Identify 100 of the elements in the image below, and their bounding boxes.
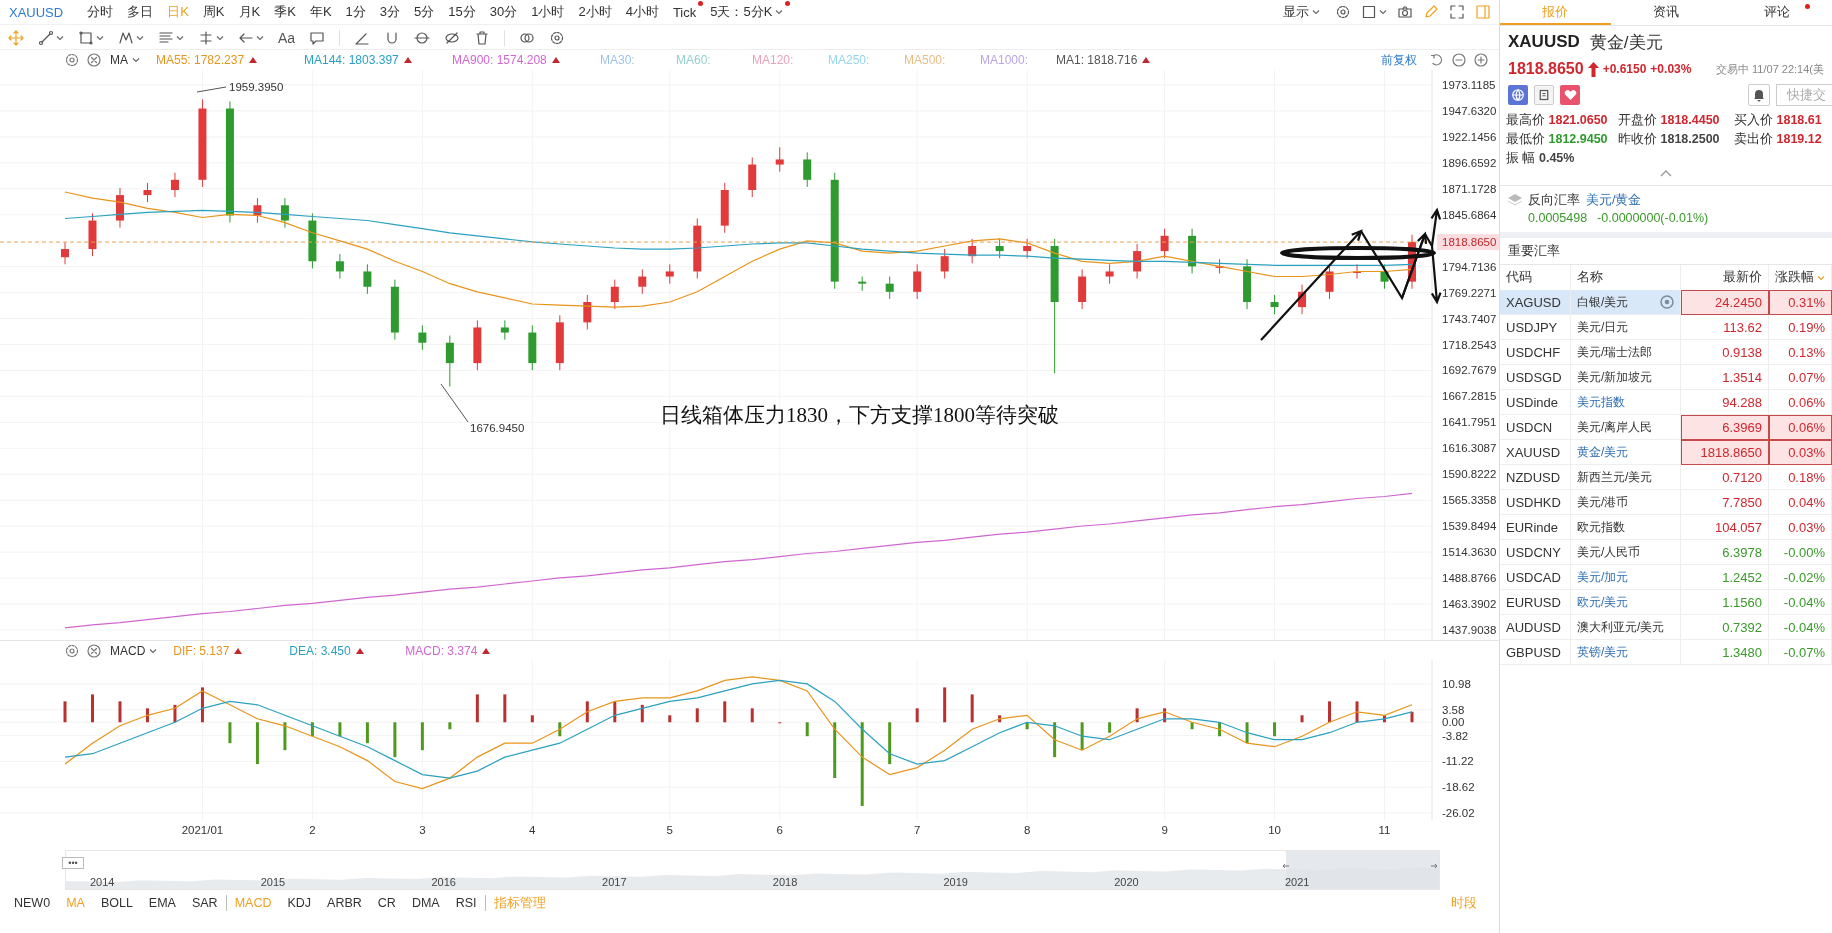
period-tab[interactable]: 周K	[197, 2, 230, 22]
table-cell: 0.13%	[1769, 340, 1832, 365]
table-cell[interactable]: USDinde	[1500, 390, 1571, 415]
reverse-rate-value: 0.0005498	[1528, 211, 1588, 225]
year-label: 2020	[1114, 876, 1139, 888]
period-tab[interactable]: 2小时	[573, 2, 617, 22]
table-cell[interactable]: 美元/新加坡元	[1571, 365, 1681, 390]
period-tab[interactable]: 4小时	[620, 2, 664, 22]
price-axis-label: 1616.3087	[1442, 442, 1497, 455]
table-cell[interactable]: USDCAD	[1500, 565, 1571, 590]
table-cell[interactable]: 澳大利亚元/美元	[1571, 615, 1681, 640]
period-tab[interactable]: 季K	[269, 2, 301, 22]
table-cell[interactable]: USDCNY	[1500, 540, 1571, 565]
text-tool-button[interactable]: Aa	[278, 28, 296, 48]
indicator-axis-label: -3.82	[1442, 729, 1469, 742]
legend-value: MACD: 3.374	[405, 643, 478, 658]
indicator-tab[interactable]: BOLL	[92, 894, 141, 911]
price-axis-label: 1769.2271	[1442, 286, 1497, 299]
table-cell[interactable]: XAGUSD	[1500, 290, 1571, 315]
table-cell[interactable]: 美元/加元	[1571, 565, 1681, 590]
period-tab[interactable]: 分时	[82, 2, 119, 22]
price-axis-label: 1514.3630	[1442, 546, 1497, 559]
indicator-tab[interactable]: RSI	[447, 894, 485, 911]
table-cell[interactable]: USDJPY	[1500, 315, 1571, 340]
low-price-label: 1676.9450	[470, 422, 525, 434]
table-cell[interactable]: EURUSD	[1500, 590, 1571, 615]
table-cell[interactable]: USDCHF	[1500, 340, 1571, 365]
legend-value: MA1: 1818.716	[1056, 53, 1138, 67]
time-axis-label: 11	[1378, 824, 1391, 836]
panel-tab[interactable]: 资讯	[1610, 0, 1722, 25]
period-tab[interactable]: Tick	[667, 2, 702, 22]
period-tab[interactable]: 1分	[340, 2, 371, 22]
table-cell[interactable]: USDCN	[1500, 415, 1571, 440]
indicator-axis-label: -18.62	[1442, 781, 1475, 794]
period-tab[interactable]: 年K	[304, 2, 337, 22]
price-axis-label: 1871.1728	[1442, 182, 1497, 195]
indicator-tab[interactable]: KDJ	[279, 894, 320, 911]
price-change: +0.6150	[1602, 62, 1647, 76]
table-cell[interactable]: USDSGD	[1500, 365, 1571, 390]
panel-tab[interactable]: 评论	[1721, 0, 1832, 25]
table-cell[interactable]: USDHKD	[1500, 490, 1571, 515]
price-axis-label: 1896.6592	[1442, 156, 1497, 169]
reverse-pair-link[interactable]: 美元/黄金	[1586, 191, 1642, 209]
table-cell[interactable]: NZDUSD	[1500, 465, 1571, 490]
table-cell: 1.1560	[1681, 590, 1769, 615]
year-label: 2015	[260, 876, 286, 888]
table-cell: 104.057	[1681, 515, 1769, 540]
table-cell[interactable]: 美元/日元	[1571, 315, 1681, 340]
table-cell[interactable]: 欧元/美元	[1571, 590, 1681, 615]
price-adjust-link[interactable]: 前复权	[1381, 51, 1423, 69]
table-cell: 0.04%	[1769, 490, 1832, 515]
indicator-tab[interactable]: SAR	[183, 894, 226, 911]
stat-item: 开盘价 1818.4450	[1618, 112, 1721, 129]
indicator-tab[interactable]: EMA	[140, 894, 184, 911]
time-axis-label: 7	[914, 824, 921, 836]
table-cell[interactable]: 美元/港币	[1571, 490, 1681, 515]
indicator-tab[interactable]: CR	[369, 894, 404, 911]
table-cell[interactable]: 美元/瑞士法郎	[1571, 340, 1681, 365]
chart-note: 日线箱体压力1830，下方支撑1800等待突破	[660, 403, 1059, 427]
price-axis-label: 1794.7136	[1442, 260, 1497, 273]
indicator-tab[interactable]: ARBR	[319, 894, 370, 911]
indicator-dropdown[interactable]: MA	[108, 53, 142, 67]
period-tab[interactable]: 5分	[409, 2, 440, 22]
period-tab[interactable]: 15分	[443, 2, 481, 22]
period-tab[interactable]: 30分	[484, 2, 523, 22]
indicator-tab[interactable]: DMA	[403, 894, 448, 911]
indicator-tab[interactable]: NEW0	[6, 894, 59, 911]
table-cell: 7.7850	[1681, 490, 1769, 515]
symbol-button[interactable]: XAUUSD	[4, 2, 69, 22]
period-tab[interactable]: 多日	[122, 2, 159, 22]
price-axis-label: 1692.7679	[1442, 364, 1497, 377]
period-tab[interactable]: 1小时	[526, 2, 570, 22]
year-label: 2019	[943, 876, 968, 888]
table-cell[interactable]: 白银/美元	[1571, 290, 1681, 315]
legend-value: MA900: 1574.208	[452, 53, 547, 67]
table-cell[interactable]: GBPUSD	[1500, 640, 1571, 665]
table-cell[interactable]: XAUUSD	[1500, 440, 1571, 465]
display-dropdown[interactable]: 显示	[1278, 2, 1325, 22]
time-axis-label: 8	[1023, 824, 1031, 836]
table-cell[interactable]: 美元/人民币	[1571, 540, 1681, 565]
table-cell: 0.06%	[1769, 415, 1832, 440]
period-tab[interactable]: 月K	[233, 2, 266, 22]
indicator-axis-label: -26.02	[1442, 807, 1475, 819]
table-cell[interactable]: 美元指数	[1571, 390, 1681, 415]
table-cell[interactable]: AUDUSD	[1500, 615, 1571, 640]
table-cell[interactable]: 欧元指数	[1571, 515, 1681, 540]
indicator-dropdown[interactable]: MACD	[108, 643, 160, 658]
table-cell[interactable]: 英镑/美元	[1571, 640, 1681, 665]
table-cell: 6.3969	[1681, 415, 1769, 440]
price-axis-label: 1539.8494	[1442, 520, 1497, 533]
table-cell[interactable]: EURinde	[1500, 515, 1571, 540]
navigator-menu-button[interactable]: •••	[62, 857, 84, 869]
time-axis-label: 2	[309, 824, 316, 836]
stat-item: 昨收价 1818.2500	[1618, 131, 1721, 148]
time-axis-label: 6	[776, 824, 783, 836]
table-cell[interactable]: 新西兰元/美元	[1571, 465, 1681, 490]
symbol-name: 黄金/美元	[1589, 31, 1663, 54]
last-price: 1818.8650	[1508, 60, 1584, 78]
period-tab[interactable]: 5天：5分K	[705, 2, 789, 22]
period-tab[interactable]: 3分	[374, 2, 405, 22]
